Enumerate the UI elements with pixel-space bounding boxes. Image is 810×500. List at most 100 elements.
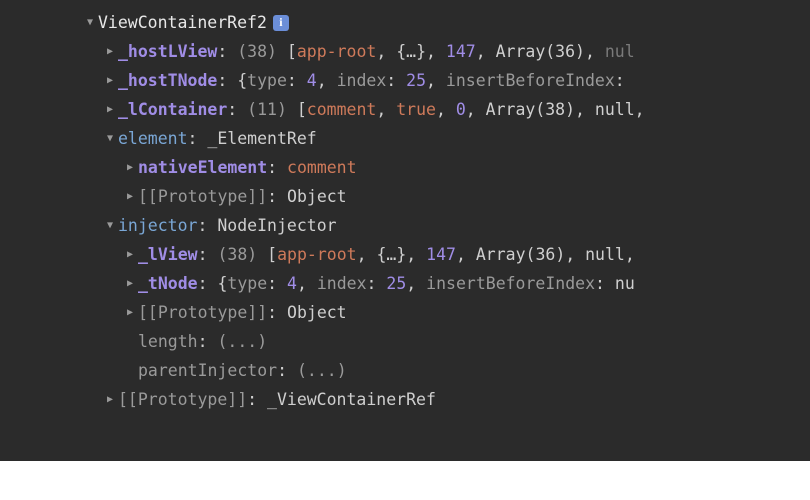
colon: : [367,269,387,298]
tree-row-proto-element[interactable]: [[Prototype]] : Object [0,182,810,211]
chevron-right-icon[interactable] [102,66,118,96]
val: {…} [376,240,406,269]
colon: : [287,66,307,95]
val: 0 [456,95,466,124]
tree-row-injector-lview[interactable]: _lView : (38) [ app-root , {…} , 147 , A… [0,240,810,269]
tree-row-root[interactable]: ViewContainerRef2 i [0,8,810,37]
brace-open: { [217,269,227,298]
colon: : [217,37,237,66]
prop-val: _ViewContainerRef [267,385,436,414]
comma: , [585,37,605,66]
colon: : [267,182,287,211]
comma: , [575,95,595,124]
comma: , [456,240,476,269]
prop-key: _hostLView [118,37,217,66]
comma: , [297,269,317,298]
prop-val: Object [287,182,347,211]
chevron-right-icon[interactable] [102,95,118,125]
val: 147 [426,240,456,269]
comma: , [376,37,396,66]
obj-val: 25 [386,269,406,298]
tree-row-hosttnode[interactable]: _hostTNode : { type : 4 , index : 25 , i… [0,66,810,95]
colon: : [277,356,297,385]
prop-key: [[Prototype]] [118,385,247,414]
chevron-right-icon[interactable] [122,153,138,183]
chevron-right-icon[interactable] [122,269,138,299]
tree-row-proto-injector[interactable]: [[Prototype]] : Object [0,298,810,327]
prop-key: [[Prototype]] [138,298,267,327]
val: comment [307,95,377,124]
comma: , [426,37,446,66]
tree-row-parentinjector[interactable]: parentInjector : (...) [0,356,810,385]
colon: : [267,298,287,327]
colon: : [247,385,267,414]
comma: , [635,95,645,124]
colon: : [198,327,218,356]
val: Array(36) [476,240,565,269]
obj-key: type [227,269,267,298]
array-count: (38) [217,240,257,269]
obj-val: 4 [307,66,317,95]
obj-val: nu [615,269,635,298]
chevron-right-icon[interactable] [122,298,138,328]
colon: : [595,269,615,298]
chevron-down-icon[interactable] [82,8,98,38]
devtools-object-inspector: ViewContainerRef2 i _hostLView : (38) [ … [0,0,810,461]
colon: : [267,153,287,182]
val: Array(38) [486,95,575,124]
colon: : [198,240,218,269]
val-overflow: nul [605,37,635,66]
chevron-right-icon[interactable] [102,385,118,415]
val: 147 [446,37,476,66]
prop-key: _lView [138,240,198,269]
getter-ellipsis[interactable]: (...) [297,356,347,385]
bracket-open: [ [257,240,277,269]
comma: , [376,95,396,124]
prop-key: [[Prototype]] [138,182,267,211]
prop-key: parentInjector [138,356,277,385]
chevron-right-icon[interactable] [122,240,138,270]
obj-val: 25 [406,66,426,95]
chevron-right-icon[interactable] [102,37,118,67]
chevron-right-icon[interactable] [122,182,138,212]
chevron-down-icon[interactable] [102,211,118,241]
obj-key: type [247,66,287,95]
tree-row-injector[interactable]: injector : NodeInjector [0,211,810,240]
tree-row-lcontainer[interactable]: _lContainer : (11) [ comment , true , 0 … [0,95,810,124]
array-count: (11) [247,95,287,124]
obj-key: index [317,269,367,298]
tree-row-nativeelement[interactable]: nativeElement : comment [0,153,810,182]
colon: : [267,269,287,298]
prop-type: _ElementRef [207,124,316,153]
prop-key: nativeElement [138,153,267,182]
comma: , [625,240,635,269]
colon: : [386,66,406,95]
val: null [595,95,635,124]
info-icon[interactable]: i [273,15,289,31]
val: Array(36) [496,37,585,66]
colon: : [188,124,208,153]
comma: , [426,66,446,95]
prop-val: Object [287,298,347,327]
obj-key: insertBeforeIndex [446,66,615,95]
tree-row-element[interactable]: element : _ElementRef [0,124,810,153]
val: app-root [277,240,356,269]
val: app-root [297,37,376,66]
bracket-open: [ [287,95,307,124]
chevron-down-icon[interactable] [102,124,118,154]
colon: : [217,66,237,95]
colon: : [227,95,247,124]
tree-row-injector-tnode[interactable]: _tNode : { type : 4 , index : 25 , inser… [0,269,810,298]
tree-row-length[interactable]: length : (...) [0,327,810,356]
colon: : [615,66,635,95]
comma: , [436,95,456,124]
prop-key: element [118,124,188,153]
prop-type: NodeInjector [217,211,336,240]
tree-row-proto-root[interactable]: [[Prototype]] : _ViewContainerRef [0,385,810,414]
colon: : [198,269,218,298]
tree-row-hostlview[interactable]: _hostLView : (38) [ app-root , {…} , 147… [0,37,810,66]
comma: , [406,269,426,298]
prop-val: comment [287,153,357,182]
comma: , [317,66,337,95]
getter-ellipsis[interactable]: (...) [217,327,267,356]
